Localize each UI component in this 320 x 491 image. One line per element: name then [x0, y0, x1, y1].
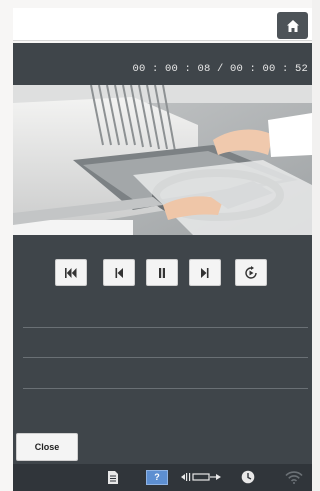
- previous-button[interactable]: [103, 259, 135, 286]
- wifi-icon: [285, 470, 303, 484]
- document-icon: [108, 470, 118, 484]
- help-button[interactable]: ?: [145, 468, 169, 486]
- divider: [23, 327, 308, 328]
- close-button[interactable]: Close: [16, 433, 78, 461]
- replay-button[interactable]: [235, 259, 267, 286]
- replay-icon: [245, 265, 257, 279]
- next-button[interactable]: [189, 259, 221, 286]
- clock-icon: [241, 470, 255, 484]
- embroidery-machine-video-image: [13, 85, 312, 235]
- timecode: 00 : 00 : 08 / 00 : 00 : 52: [132, 63, 308, 75]
- next-icon: [201, 267, 209, 278]
- pause-icon: [159, 267, 165, 278]
- top-bar: [13, 8, 312, 41]
- help-icon: ?: [146, 469, 168, 485]
- divider: [23, 388, 308, 389]
- skip-to-start-icon: [65, 267, 77, 278]
- screen: 00 : 00 : 08 / 00 : 00 : 52 Close ?: [0, 0, 312, 491]
- previous-icon: [115, 267, 123, 278]
- video-player-panel: 00 : 00 : 08 / 00 : 00 : 52 Close: [13, 43, 312, 464]
- pause-button[interactable]: [146, 259, 178, 286]
- wifi-indicator: [284, 468, 304, 486]
- frame-width-icon: [181, 473, 221, 481]
- frame-width-indicator: [180, 468, 222, 486]
- document-button[interactable]: [106, 468, 120, 486]
- skip-to-start-button[interactable]: [55, 259, 87, 286]
- clock-button[interactable]: [240, 468, 256, 486]
- video-frame[interactable]: [13, 85, 312, 235]
- status-bar: ?: [13, 464, 312, 491]
- home-icon: [286, 19, 299, 32]
- home-button[interactable]: [277, 12, 308, 39]
- divider: [23, 357, 308, 358]
- playback-controls: [13, 259, 312, 287]
